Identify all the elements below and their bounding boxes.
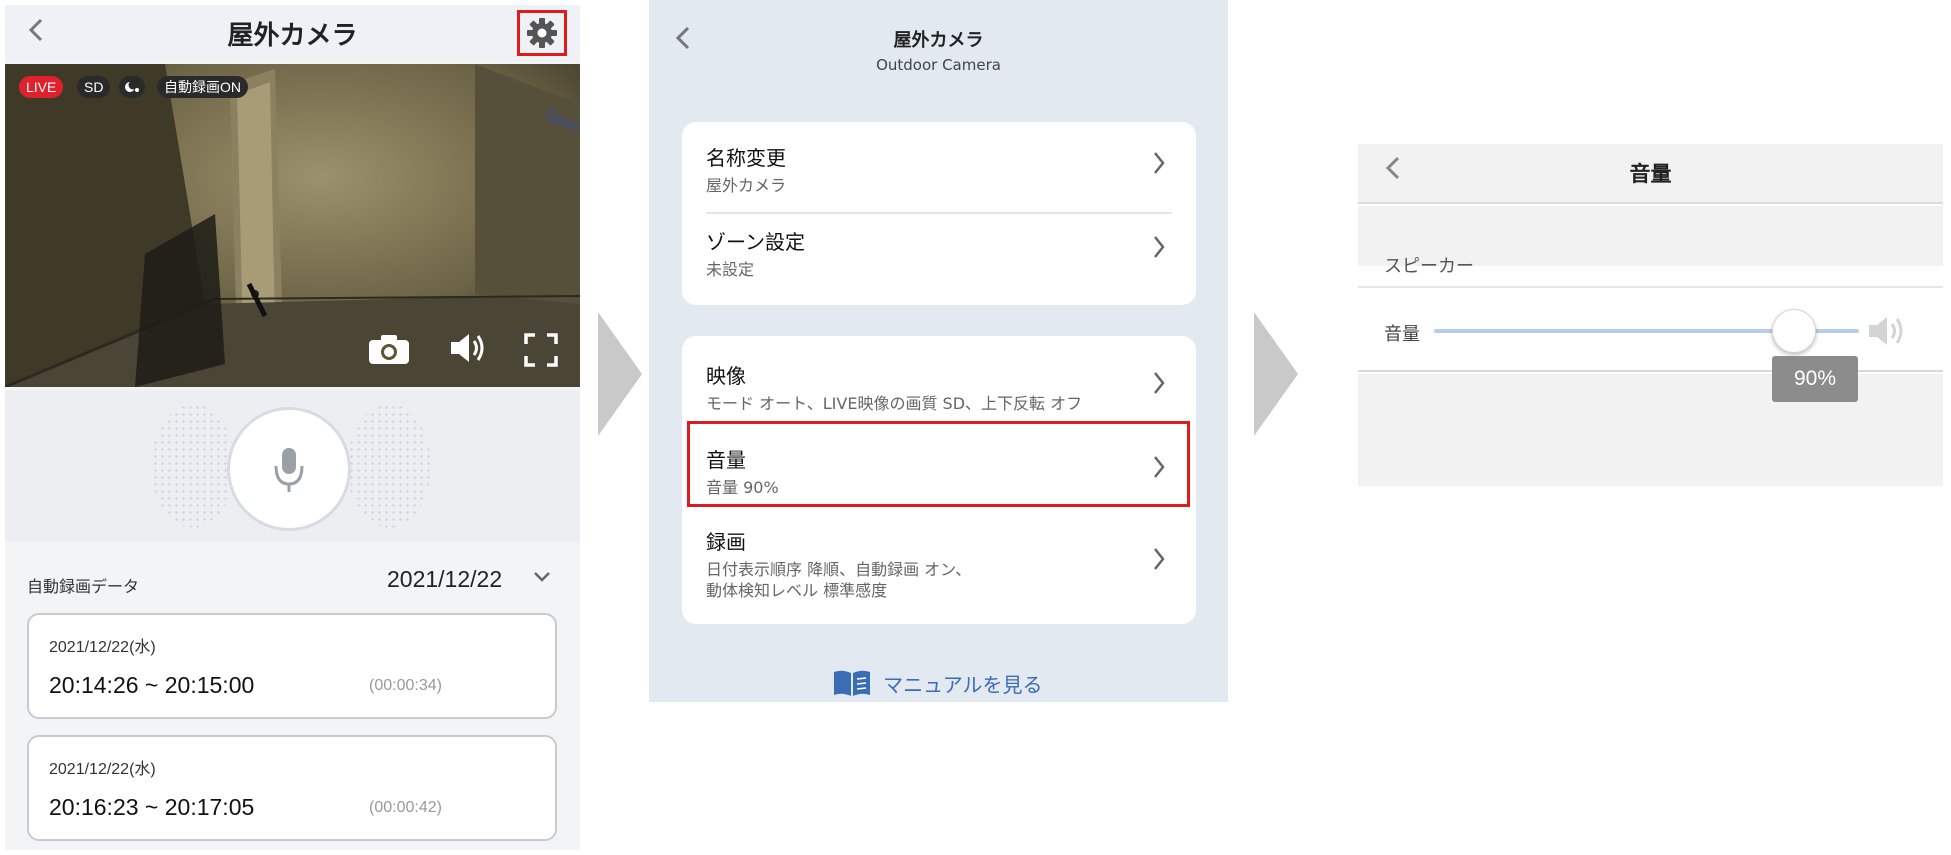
row-value: 未設定 — [706, 260, 755, 279]
settings-row-rename[interactable]: 名称変更 屋外カメラ — [682, 122, 1196, 212]
row-value-line2: 動体検知レベル 標準感度 — [706, 581, 888, 600]
row-label: 映像 — [706, 364, 746, 388]
recording-duration: (00:00:34) — [369, 677, 442, 694]
row-value: モード オート、LIVE映像の画質 SD、上下反転 オフ — [706, 394, 1083, 413]
settings-row-video[interactable]: 映像 モード オート、LIVE映像の画質 SD、上下反転 オフ — [682, 336, 1196, 420]
mute-button[interactable] — [447, 330, 487, 370]
gear-icon — [527, 18, 557, 48]
chevron-right-icon — [1152, 370, 1166, 403]
fullscreen-icon — [524, 333, 558, 367]
microphone-button[interactable] — [227, 407, 351, 531]
row-label: 録画 — [706, 530, 746, 554]
sd-badge: SD — [77, 76, 111, 98]
speaker-icon — [451, 334, 484, 362]
camera-feed-image — [5, 64, 580, 387]
row-value: 屋外カメラ — [706, 176, 787, 195]
volume-value-tooltip: 90% — [1772, 356, 1858, 402]
speaker-section-label: スピーカー — [1384, 256, 1474, 277]
volume-slider-handle[interactable] — [1772, 309, 1816, 353]
book-icon — [834, 670, 870, 696]
row-label: ゾーン設定 — [706, 230, 805, 254]
step-arrow-icon — [1254, 312, 1298, 436]
recording-time-range: 20:14:26 ~ 20:15:00 — [49, 672, 255, 698]
microphone-icon — [274, 448, 304, 492]
fullscreen-button[interactable] — [523, 332, 559, 372]
chevron-right-icon — [1152, 150, 1166, 183]
recording-card[interactable]: 2021/12/22(水) 20:14:26 ~ 20:15:00 (00:00… — [27, 613, 557, 719]
camera-icon — [369, 335, 409, 364]
chevron-right-icon — [1152, 546, 1166, 579]
camera-live-screen: 屋外カメラ LIVE SD 自動録画ON Space 自動録画データ 2021/… — [5, 5, 580, 850]
auto-record-data-label: 自動録画データ — [27, 577, 140, 596]
auto-record-badge: 自動録画ON — [157, 76, 248, 98]
recording-card[interactable]: 2021/12/22(水) 20:16:23 ~ 20:17:05 (00:00… — [27, 735, 557, 841]
speaker-max-icon — [1866, 312, 1910, 354]
page-title: 屋外カメラ — [227, 21, 358, 51]
recording-duration: (00:00:42) — [369, 799, 442, 816]
volume-settings-screen: 音量 スピーカー 音量 90% — [1358, 144, 1943, 486]
highlight-box — [687, 421, 1190, 507]
step-arrow-icon — [598, 312, 642, 436]
chevron-right-icon — [1152, 234, 1166, 267]
chevron-down-icon[interactable] — [532, 567, 552, 592]
settings-row-zone[interactable]: ゾーン設定 未設定 — [682, 214, 1196, 304]
camera-settings-screen: 屋外カメラ Outdoor Camera 名称変更 屋外カメラ ゾーン設定 未設… — [649, 0, 1228, 702]
night-vision-icon — [125, 80, 139, 92]
recording-date: 2021/12/22(水) — [49, 639, 156, 656]
manual-link[interactable]: マニュアルを見る — [832, 668, 1043, 698]
page-subtitle: Outdoor Camera — [876, 56, 1001, 74]
snapshot-button[interactable] — [367, 332, 411, 370]
live-video-view[interactable]: LIVE SD 自動録画ON Space — [5, 64, 580, 387]
live-badge: LIVE — [19, 76, 64, 98]
volume-label: 音量 — [1384, 324, 1420, 345]
settings-button[interactable] — [517, 10, 567, 56]
manual-link-label: マニュアルを見る — [883, 672, 1043, 697]
date-selector[interactable]: 2021/12/22 — [387, 566, 502, 593]
recording-date: 2021/12/22(水) — [49, 761, 156, 778]
night-mode-badge — [119, 76, 145, 98]
settings-row-recording[interactable]: 録画 日付表示順序 降順、自動録画 オン、 動体検知レベル 標準感度 — [682, 514, 1196, 620]
settings-group-general: 名称変更 屋外カメラ ゾーン設定 未設定 — [682, 122, 1196, 305]
page-title: 屋外カメラ — [893, 30, 984, 51]
row-label: 名称変更 — [706, 146, 786, 170]
recording-time-range: 20:16:23 ~ 20:17:05 — [49, 794, 255, 820]
page-title: 音量 — [1629, 162, 1672, 186]
